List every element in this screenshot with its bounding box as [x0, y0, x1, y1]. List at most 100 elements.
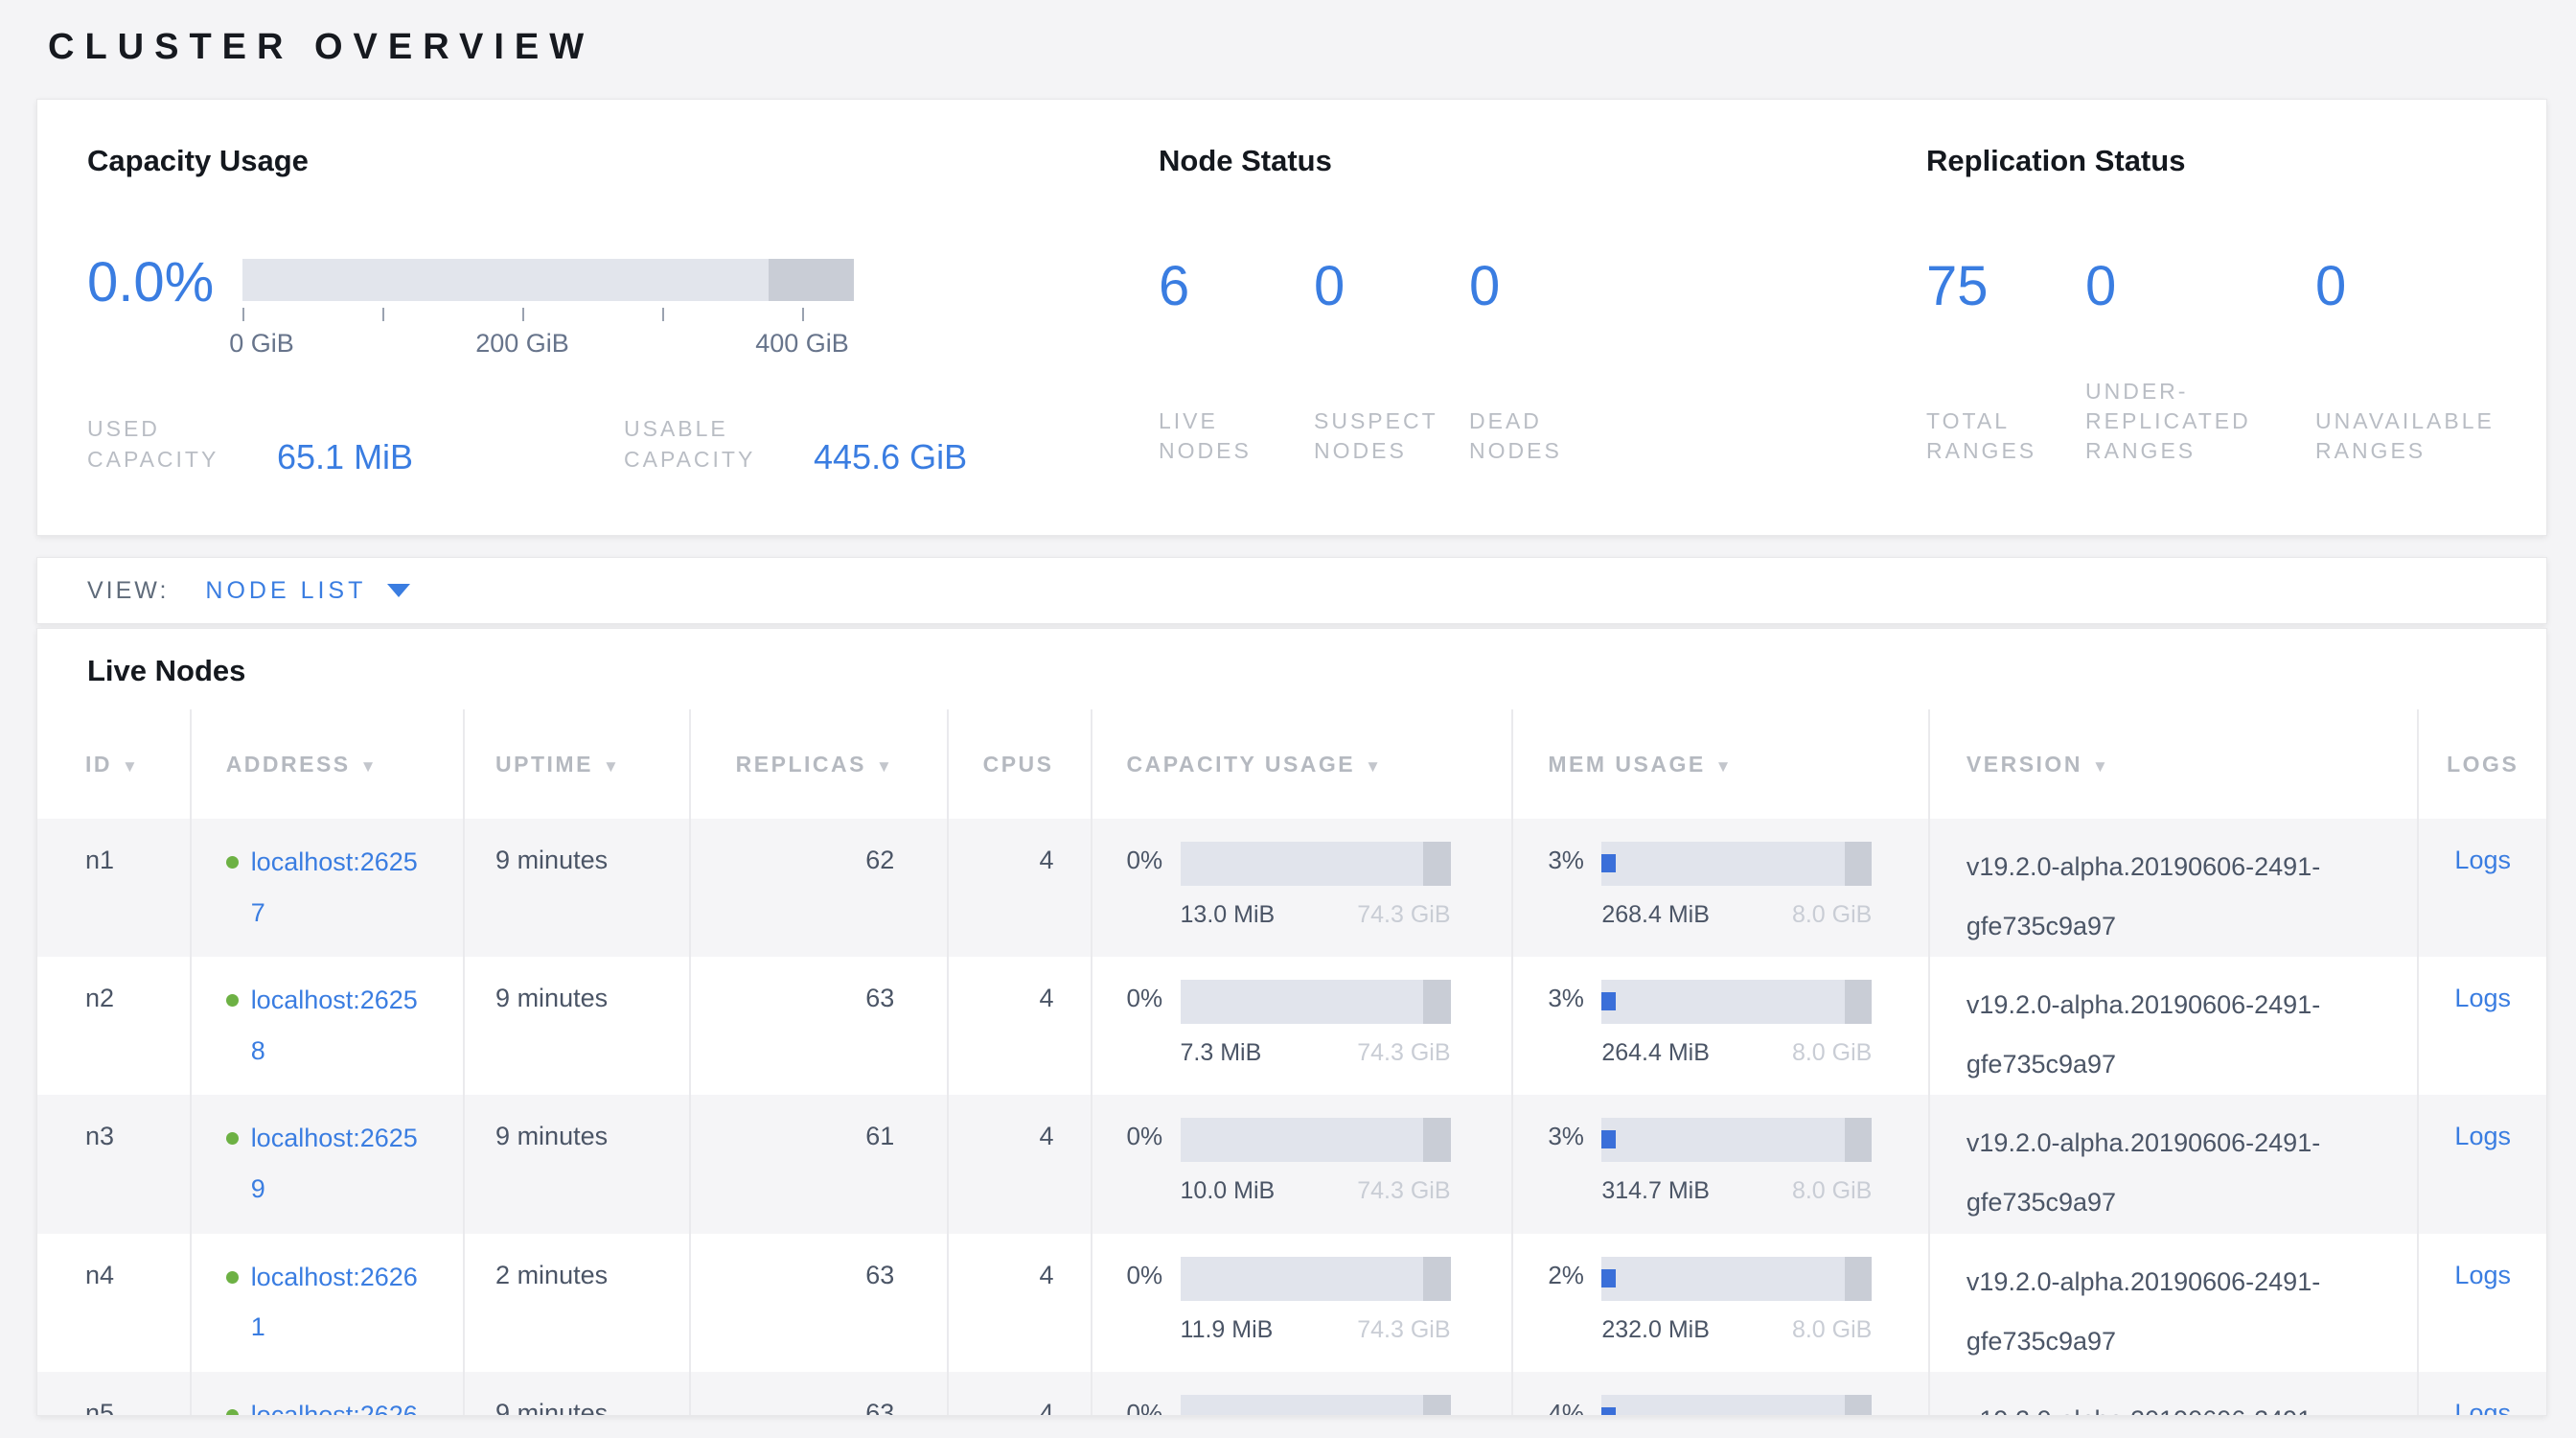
capacity-percent: 0.0%	[87, 255, 242, 360]
node-uptime: 2 minutes	[495, 1261, 608, 1289]
capacity-meter-reserved-segment	[1423, 980, 1450, 1024]
mem-percent: 3%	[1548, 1122, 1594, 1162]
capacity-meter: 0%	[1127, 846, 1511, 886]
node-replicas-cell: 62	[690, 819, 949, 957]
mem-percent: 4%	[1548, 1399, 1594, 1416]
node-address-link[interactable]: localhost:26258	[251, 975, 426, 1076]
capacity-percent: 0%	[1127, 1261, 1173, 1301]
node-logs-link[interactable]: Logs	[2454, 1399, 2511, 1416]
mem-meter-track	[1601, 1118, 1872, 1162]
dead-nodes-value: 0	[1469, 259, 1624, 314]
under-replicated-ranges-label: UNDER-REPLICATED RANGES	[2085, 377, 2315, 466]
node-logs-link[interactable]: Logs	[2454, 1122, 2511, 1150]
sort-desc-icon: ▼	[2092, 757, 2110, 776]
node-cpus-cell: 4	[948, 819, 1091, 957]
column-header-uptime[interactable]: UPTIME▼	[464, 709, 690, 819]
capacity-meter-track	[1181, 842, 1451, 886]
node-logs-cell: Logs	[2418, 1095, 2546, 1233]
node-address-link[interactable]: localhost:26259	[251, 1113, 426, 1214]
node-id: n5	[85, 1399, 114, 1416]
node-mem-usage-cell: 4% 329.6 MiB 8.0 GiB	[1512, 1372, 1929, 1416]
unavailable-ranges-label: UNAVAILABLE RANGES	[2315, 406, 2545, 466]
capacity-gauge-reserved-segment	[769, 259, 854, 301]
sort-desc-icon: ▼	[122, 757, 140, 776]
node-id-cell: n3	[37, 1095, 191, 1233]
node-capacity-usage-cell: 0% 11.9 MiB 74.3 GiB	[1092, 1234, 1513, 1372]
column-header-capacity-usage[interactable]: CAPACITY USAGE▼	[1092, 709, 1513, 819]
capacity-meter-track	[1181, 1118, 1451, 1162]
mem-used-value: 268.4 MiB	[1601, 901, 1710, 929]
node-logs-link[interactable]: Logs	[2454, 984, 2511, 1012]
capacity-percent: 0%	[1127, 1122, 1173, 1162]
node-id: n2	[85, 984, 114, 1012]
node-replicas: 63	[865, 984, 894, 1012]
table-header-row: ID▼ ADDRESS▼ UPTIME▼ REPLICAS▼ CPUS CAPA…	[37, 709, 2546, 819]
replication-stats: 75 TOTAL RANGES 0 UNDER-REPLICATED RANGE…	[1926, 259, 2546, 466]
table-row: n2 localhost:26258 9 minutes 63 4 0%	[37, 957, 2546, 1095]
tick-label: 400 GiB	[755, 329, 849, 359]
mem-meter-track	[1601, 980, 1872, 1024]
used-capacity-value: 65.1 MiB	[277, 439, 413, 475]
mem-meter-reserved-segment	[1845, 1257, 1872, 1301]
node-cpus: 4	[1039, 1122, 1053, 1150]
chevron-down-icon	[387, 584, 410, 597]
mem-meter-reserved-segment	[1845, 1395, 1872, 1416]
mem-meter-reserved-segment	[1845, 842, 1872, 886]
used-capacity-label: USED CAPACITY	[87, 413, 252, 475]
node-replicas-cell: 63	[690, 1372, 949, 1416]
capacity-meter-values: 10.0 MiB 74.3 GiB	[1181, 1177, 1451, 1205]
node-version: v19.2.0-alpha.20190606-2491-gfe735c9a97	[1966, 1252, 2378, 1371]
node-mem-usage-cell: 3% 314.7 MiB 8.0 GiB	[1512, 1095, 1929, 1233]
live-nodes-stat: 6 LIVE NODES	[1159, 259, 1314, 466]
capacity-meter-reserved-segment	[1423, 842, 1450, 886]
view-selector-dropdown[interactable]: NODE LIST	[169, 577, 410, 605]
column-header-id[interactable]: ID▼	[37, 709, 191, 819]
sort-desc-icon: ▼	[1365, 757, 1383, 776]
suspect-nodes-label: SUSPECT NODES	[1314, 406, 1469, 466]
column-header-version[interactable]: VERSION ▼	[1929, 709, 2419, 819]
column-header-address[interactable]: ADDRESS▼	[191, 709, 464, 819]
capacity-used-value: 13.0 MiB	[1181, 901, 1276, 929]
mem-meter-fill	[1601, 1407, 1616, 1416]
capacity-meter-track	[1181, 980, 1451, 1024]
node-version-cell: v19.2.0-alpha.20190606-2491-gfe735c9a97	[1929, 1234, 2419, 1372]
node-replicas-cell: 61	[690, 1095, 949, 1233]
column-label: VERSION	[1966, 752, 2082, 777]
view-selected-value: NODE LIST	[205, 577, 366, 605]
node-address-link[interactable]: localhost:26257	[251, 837, 426, 938]
node-logs-cell: Logs	[2418, 957, 2546, 1095]
node-replicas: 61	[865, 1122, 894, 1150]
capacity-meter-track	[1181, 1257, 1451, 1301]
node-address-link[interactable]: localhost:26262	[251, 1390, 426, 1416]
column-header-replicas[interactable]: REPLICAS▼	[690, 709, 949, 819]
node-address-link[interactable]: localhost:26261	[251, 1252, 426, 1353]
node-version: v19.2.0-alpha.20190606-2491-gfe735c9a97	[1966, 1113, 2378, 1232]
capacity-used-value: 11.9 MiB	[1181, 1316, 1274, 1344]
node-version-cell: v19.2.0-alpha.20190606-2491-gfe735c9a97	[1929, 819, 2419, 957]
node-live-dot-icon	[226, 856, 239, 869]
mem-meter-values: 268.4 MiB 8.0 GiB	[1601, 901, 1872, 929]
capacity-meter-values: 13.0 MiB 74.3 GiB	[1181, 901, 1451, 929]
column-header-mem-usage[interactable]: MEM USAGE▼	[1512, 709, 1929, 819]
node-logs-link[interactable]: Logs	[2454, 846, 2511, 874]
mem-meter-values: 232.0 MiB 8.0 GiB	[1601, 1316, 1872, 1344]
node-address-cell: localhost:26258	[191, 957, 464, 1095]
live-nodes-value: 6	[1159, 259, 1314, 314]
capacity-used-value: 7.3 MiB	[1181, 1039, 1262, 1067]
node-replicas: 63	[865, 1399, 894, 1416]
capacity-usage-title: Capacity Usage	[87, 144, 1159, 178]
node-uptime-cell: 9 minutes	[464, 1372, 690, 1416]
capacity-meter-reserved-segment	[1423, 1395, 1450, 1416]
node-id-cell: n1	[37, 819, 191, 957]
mem-percent: 3%	[1548, 846, 1594, 886]
node-cpus: 4	[1039, 1399, 1053, 1416]
capacity-usage-section: Capacity Usage 0.0% 0 GiB	[87, 144, 1159, 535]
sort-desc-icon: ▼	[1715, 757, 1734, 776]
mem-meter-fill	[1601, 992, 1616, 1010]
mem-used-value: 264.4 MiB	[1601, 1039, 1710, 1067]
capacity-meter: 0%	[1127, 1399, 1511, 1416]
capacity-meter-values: 11.9 MiB 74.3 GiB	[1181, 1316, 1451, 1344]
node-uptime-cell: 9 minutes	[464, 1095, 690, 1233]
node-logs-link[interactable]: Logs	[2454, 1261, 2511, 1289]
node-replicas: 63	[865, 1261, 894, 1289]
